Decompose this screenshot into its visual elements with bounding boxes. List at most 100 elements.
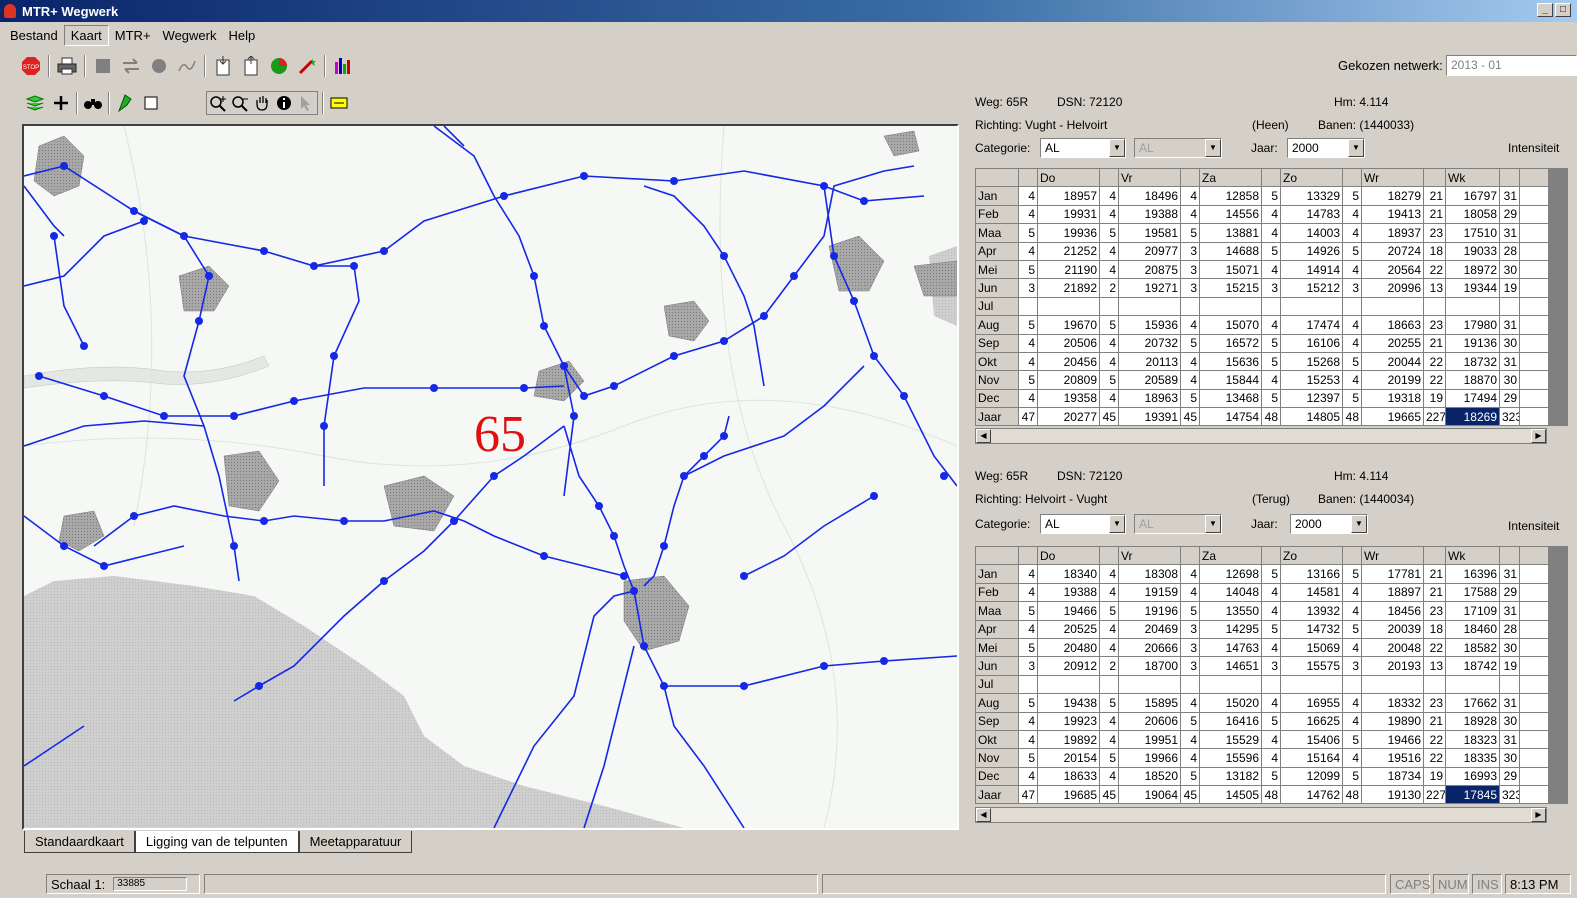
table-cell[interactable]: 4 bbox=[1261, 259, 1281, 280]
column-header[interactable]: Do bbox=[1037, 167, 1100, 188]
table-cell[interactable]: 19951 bbox=[1118, 729, 1181, 750]
table-cell[interactable]: 19388 bbox=[1118, 204, 1181, 225]
table-cell[interactable]: 12698 bbox=[1199, 564, 1262, 584]
scroll-right-icon[interactable]: ▶ bbox=[1531, 429, 1546, 443]
table-row[interactable]: Mei 5 20480 4 20666 3 14763 4 15069 4 20048 22 18582… bbox=[975, 637, 1568, 658]
table-cell[interactable] bbox=[1445, 296, 1500, 317]
row-header[interactable]: Feb bbox=[975, 204, 1019, 225]
table-cell[interactable]: 5 bbox=[1261, 766, 1281, 787]
table-cell[interactable]: 4 bbox=[1342, 223, 1362, 243]
table-cell[interactable]: 45 bbox=[1180, 785, 1200, 805]
table-cell[interactable]: 19936 bbox=[1037, 223, 1100, 243]
table-cell[interactable]: 14581 bbox=[1280, 582, 1343, 603]
table-cell[interactable]: 18308 bbox=[1118, 564, 1181, 584]
table-cell[interactable]: 18700 bbox=[1118, 656, 1181, 676]
table-cell[interactable]: 18732 bbox=[1445, 351, 1500, 372]
restore-button[interactable]: □ bbox=[1555, 3, 1571, 17]
table-cell[interactable]: 29 bbox=[1499, 388, 1520, 409]
table-cell[interactable]: 20589 bbox=[1118, 370, 1181, 390]
table-cell[interactable]: 5 bbox=[1018, 748, 1038, 768]
row-header[interactable]: Dec bbox=[975, 388, 1019, 409]
row-header[interactable]: Aug bbox=[975, 315, 1019, 335]
table-cell[interactable]: 19516 bbox=[1361, 748, 1424, 768]
table-cell[interactable]: 17781 bbox=[1361, 564, 1424, 584]
table-cell[interactable]: 15070 bbox=[1199, 315, 1262, 335]
table-cell[interactable]: 18897 bbox=[1361, 582, 1424, 603]
info-icon[interactable] bbox=[273, 92, 295, 114]
table-cell[interactable]: 21 bbox=[1423, 204, 1446, 225]
table-cell[interactable]: 16797 bbox=[1445, 186, 1500, 206]
table-cell[interactable]: 18957 bbox=[1037, 186, 1100, 206]
table-cell[interactable] bbox=[1180, 674, 1200, 695]
table-cell[interactable]: 18937 bbox=[1361, 223, 1424, 243]
row-header[interactable]: Maa bbox=[975, 223, 1019, 243]
menu-help[interactable]: Help bbox=[222, 26, 261, 45]
table-cell[interactable]: 18269 bbox=[1445, 407, 1500, 427]
table-cell[interactable]: 3 bbox=[1018, 278, 1038, 298]
table-cell[interactable]: 3 bbox=[1180, 241, 1200, 261]
table-cell[interactable]: 18963 bbox=[1118, 388, 1181, 409]
table-cell[interactable]: 15071 bbox=[1199, 259, 1262, 280]
table-cell[interactable]: 19466 bbox=[1361, 729, 1424, 750]
map-canvas[interactable]: 65 bbox=[24, 126, 957, 828]
table-cell[interactable]: 15529 bbox=[1199, 729, 1262, 750]
table-cell[interactable]: 4 bbox=[1018, 766, 1038, 787]
table-cell[interactable]: 5 bbox=[1018, 259, 1038, 280]
table-cell[interactable]: 4 bbox=[1018, 564, 1038, 584]
column-header[interactable]: Zo bbox=[1280, 167, 1343, 188]
table-cell[interactable]: 30 bbox=[1499, 333, 1520, 353]
row-header[interactable]: Sep bbox=[975, 333, 1019, 353]
table-cell[interactable]: 15212 bbox=[1280, 278, 1343, 298]
dropdown-arrow-icon[interactable]: ▼ bbox=[1109, 515, 1125, 533]
table-cell[interactable]: 4 bbox=[1018, 388, 1038, 409]
table-cell[interactable]: 19466 bbox=[1037, 601, 1100, 621]
table-cell[interactable]: 19581 bbox=[1118, 223, 1181, 243]
table-cell[interactable] bbox=[1099, 296, 1119, 317]
table-cell[interactable]: 29 bbox=[1499, 582, 1520, 603]
table-cell[interactable]: 19130 bbox=[1361, 785, 1424, 805]
table-cell[interactable]: 17494 bbox=[1445, 388, 1500, 409]
table-cell[interactable]: 18323 bbox=[1445, 729, 1500, 750]
table-cell[interactable]: 31 bbox=[1499, 601, 1520, 621]
row-header[interactable]: Jun bbox=[975, 656, 1019, 676]
table-cell[interactable]: 4 bbox=[1342, 637, 1362, 658]
table-cell[interactable]: 19 bbox=[1499, 278, 1520, 298]
table-cell[interactable]: 4 bbox=[1261, 729, 1281, 750]
jaar-select[interactable]: 2000 ▼ bbox=[1290, 514, 1368, 534]
row-header[interactable]: Nov bbox=[975, 748, 1019, 768]
table-cell[interactable]: 4 bbox=[1342, 711, 1362, 731]
tab-meetapparatuur[interactable]: Meetapparatuur bbox=[298, 831, 413, 853]
horizontal-scrollbar[interactable]: ◀ ▶ bbox=[975, 807, 1547, 823]
column-header[interactable]: Za bbox=[1199, 545, 1262, 566]
table-cell[interactable]: 4 bbox=[1099, 351, 1119, 372]
intensity-table-heen[interactable]: Do Vr Za Zo Wr Wk Jan 4 18957 4 18496 4 12858 5 13329 5… bbox=[975, 167, 1568, 427]
table-cell[interactable]: 30 bbox=[1499, 711, 1520, 731]
table-row[interactable]: Jaar 47 19685 45 19064 45 14505 48 14762 48 19130 2… bbox=[975, 785, 1568, 805]
table-cell[interactable]: 20039 bbox=[1361, 619, 1424, 639]
table-cell[interactable]: 15215 bbox=[1199, 278, 1262, 298]
table-cell[interactable]: 5 bbox=[1342, 351, 1362, 372]
table-cell[interactable]: 18582 bbox=[1445, 637, 1500, 658]
table-cell[interactable]: 14763 bbox=[1199, 637, 1262, 658]
table-cell[interactable]: 14295 bbox=[1199, 619, 1262, 639]
column-header[interactable]: Vr bbox=[1118, 545, 1181, 566]
table-row[interactable]: Jan 4 18957 4 18496 4 12858 5 13329 5 18279 21 16797… bbox=[975, 186, 1568, 206]
print-icon[interactable] bbox=[56, 55, 78, 77]
table-cell[interactable]: 2 bbox=[1099, 656, 1119, 676]
table-cell[interactable] bbox=[1342, 674, 1362, 695]
dropdown-arrow-icon[interactable]: ▼ bbox=[1109, 139, 1125, 157]
scroll-right-icon[interactable]: ▶ bbox=[1531, 808, 1546, 822]
table-cell[interactable]: 19438 bbox=[1037, 693, 1100, 713]
table-cell[interactable]: 227 bbox=[1423, 785, 1446, 805]
table-cell[interactable]: 17588 bbox=[1445, 582, 1500, 603]
table-cell[interactable]: 4 bbox=[1180, 729, 1200, 750]
table-cell[interactable]: 5 bbox=[1099, 315, 1119, 335]
table-cell[interactable]: 3 bbox=[1261, 278, 1281, 298]
table-cell[interactable]: 47 bbox=[1018, 407, 1038, 427]
table-cell[interactable] bbox=[1499, 296, 1520, 317]
table-cell[interactable]: 5 bbox=[1261, 711, 1281, 731]
binoculars-icon[interactable] bbox=[82, 92, 104, 114]
table-cell[interactable]: 14926 bbox=[1280, 241, 1343, 261]
table-cell[interactable]: 19318 bbox=[1361, 388, 1424, 409]
table-cell[interactable]: 15575 bbox=[1280, 656, 1343, 676]
